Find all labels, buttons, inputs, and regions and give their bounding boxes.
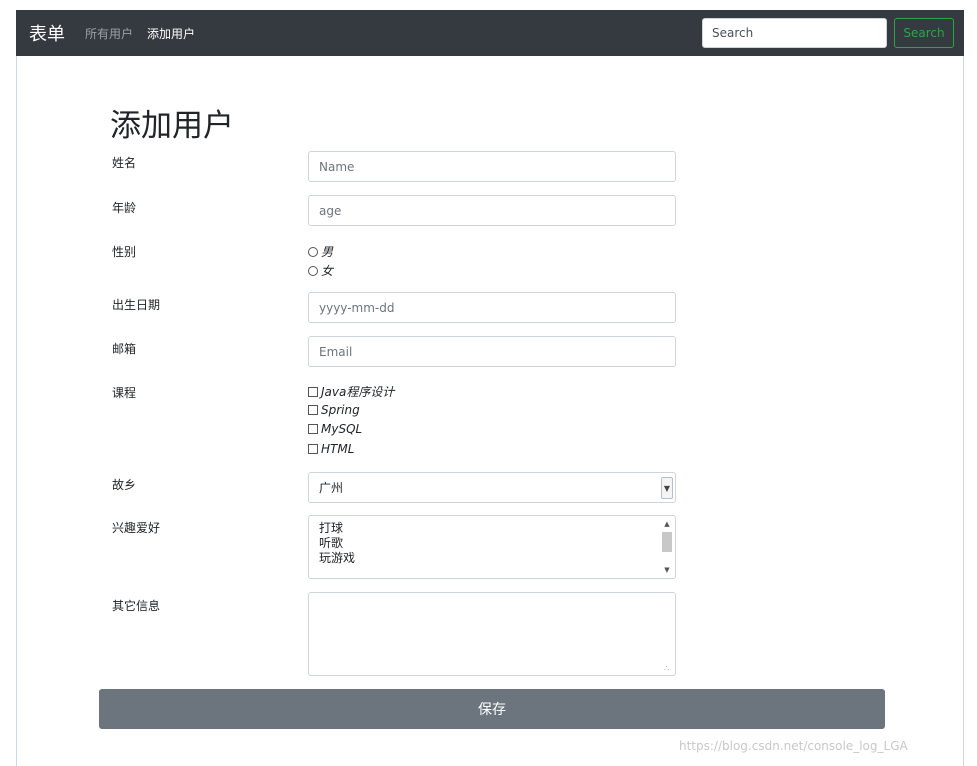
nav-link-all-users[interactable]: 所有用户 — [85, 25, 133, 42]
courses-label: 课程 — [112, 386, 137, 400]
name-label: 姓名 — [112, 156, 137, 170]
hobbies-label: 兴趣爱好 — [112, 521, 161, 535]
other-info-label: 其它信息 — [112, 599, 161, 613]
save-button[interactable]: 保存 — [99, 689, 885, 729]
gender-option-female[interactable]: 女 — [308, 262, 333, 279]
brand-title[interactable]: 表单 — [29, 20, 65, 46]
course-option-java[interactable]: Java程序设计 — [308, 383, 394, 400]
scroll-thumb[interactable] — [662, 532, 672, 552]
birthday-label: 出生日期 — [112, 298, 161, 312]
hometown-selected-value: 广州 — [319, 481, 344, 495]
gender-option-label: 女 — [321, 264, 334, 278]
radio-button[interactable] — [308, 265, 318, 276]
course-option-label: HTML — [321, 442, 355, 456]
watermark: https://blog.csdn.net/console_log_LGA — [679, 739, 908, 753]
checkbox[interactable] — [308, 405, 318, 415]
search-button[interactable]: Search — [894, 18, 954, 48]
resize-grip-icon[interactable]: ∴ — [664, 664, 669, 673]
course-option-mysql[interactable]: MySQL — [308, 422, 362, 436]
course-option-label: Java程序设计 — [321, 385, 395, 399]
list-item[interactable]: 听歌 — [319, 536, 665, 551]
page-title: 添加用户 — [110, 108, 234, 144]
gender-option-label: 男 — [321, 245, 334, 259]
age-label: 年龄 — [112, 201, 137, 215]
list-item[interactable]: 玩游戏 — [319, 551, 665, 566]
hobbies-listbox[interactable]: 打球 听歌 玩游戏 ▲ ▼ — [308, 515, 676, 579]
course-option-spring[interactable]: Spring — [308, 403, 360, 417]
checkbox[interactable] — [308, 444, 318, 454]
course-option-html[interactable]: HTML — [308, 442, 354, 456]
course-option-label: MySQL — [321, 422, 363, 436]
age-input[interactable] — [308, 195, 676, 226]
birthday-input[interactable] — [308, 292, 676, 323]
scroll-up-icon[interactable]: ▲ — [661, 518, 673, 530]
search-input[interactable] — [702, 18, 887, 48]
gender-option-male[interactable]: 男 — [308, 243, 333, 260]
hometown-select[interactable]: 广州 ▼ — [308, 472, 676, 503]
email-label: 邮箱 — [112, 342, 137, 356]
scrollbar[interactable]: ▲ ▼ — [661, 518, 673, 576]
checkbox[interactable] — [308, 424, 318, 434]
chevron-down-icon[interactable]: ▼ — [661, 477, 673, 499]
list-item[interactable]: 打球 — [319, 521, 665, 536]
course-option-label: Spring — [321, 403, 360, 417]
other-info-textarea[interactable] — [308, 592, 676, 676]
radio-button[interactable] — [308, 246, 318, 257]
name-input[interactable] — [308, 151, 676, 182]
scroll-down-icon[interactable]: ▼ — [661, 564, 673, 576]
navbar: 表单 所有用户 添加用户 Search — [16, 10, 964, 56]
gender-label: 性别 — [112, 245, 137, 259]
checkbox[interactable] — [308, 386, 318, 397]
email-input[interactable] — [308, 336, 676, 367]
nav-link-add-user[interactable]: 添加用户 — [147, 25, 195, 42]
hometown-label: 故乡 — [112, 478, 137, 492]
